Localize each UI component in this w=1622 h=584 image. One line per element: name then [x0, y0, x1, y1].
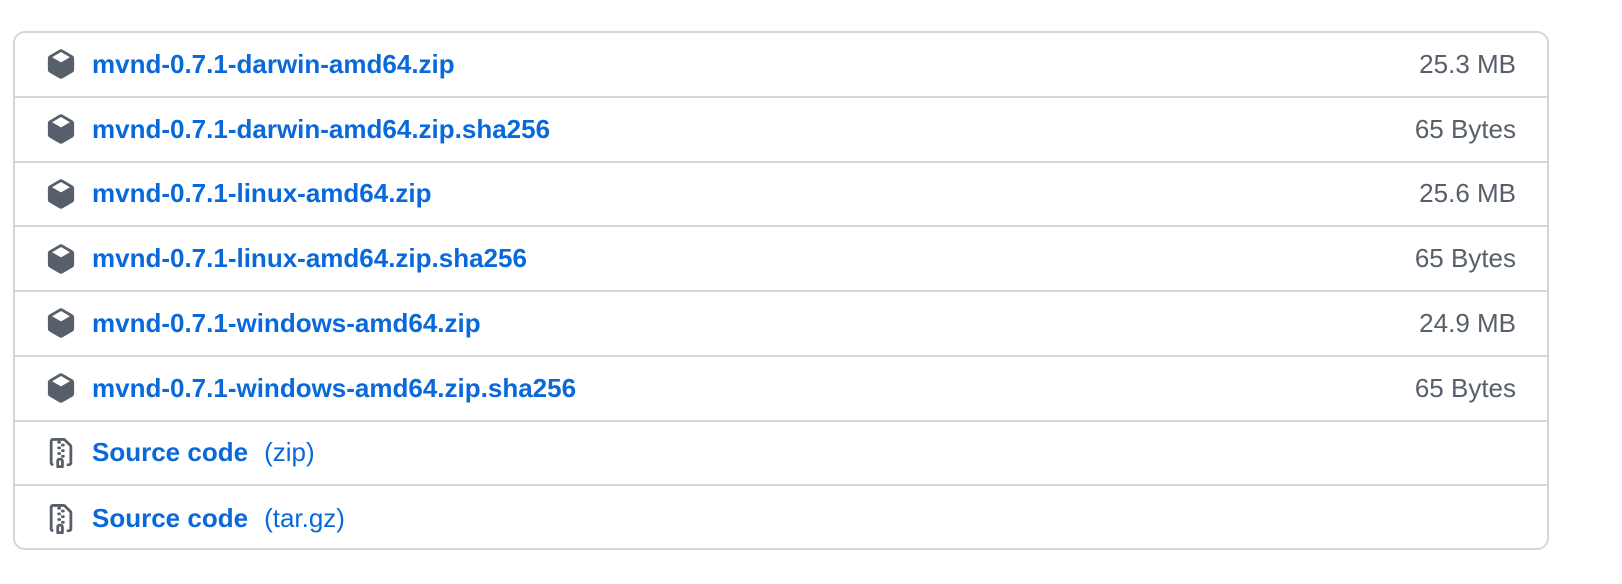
- asset-link[interactable]: mvnd-0.7.1-darwin-amd64.zip: [92, 49, 455, 80]
- source-code-row: Source code (tar.gz): [15, 486, 1547, 548]
- source-code-format: (tar.gz): [264, 503, 345, 534]
- file-zip-icon: [46, 437, 76, 469]
- asset-link[interactable]: mvnd-0.7.1-linux-amd64.zip.sha256: [92, 243, 527, 274]
- asset-row: mvnd-0.7.1-linux-amd64.zip 25.6 MB: [15, 163, 1547, 228]
- source-code-row: Source code (zip): [15, 422, 1547, 487]
- release-assets-list: mvnd-0.7.1-darwin-amd64.zip 25.3 MB mvnd…: [13, 31, 1549, 550]
- package-icon: [46, 48, 76, 80]
- asset-row: mvnd-0.7.1-darwin-amd64.zip 25.3 MB: [15, 33, 1547, 98]
- package-icon: [46, 178, 76, 210]
- asset-row: mvnd-0.7.1-linux-amd64.zip.sha256 65 Byt…: [15, 227, 1547, 292]
- asset-row: mvnd-0.7.1-windows-amd64.zip.sha256 65 B…: [15, 357, 1547, 422]
- asset-size: 65 Bytes: [1414, 372, 1516, 403]
- asset-link[interactable]: mvnd-0.7.1-windows-amd64.zip.sha256: [92, 373, 576, 404]
- asset-size: 25.3 MB: [1419, 48, 1516, 79]
- source-code-link[interactable]: Source code: [92, 503, 248, 534]
- asset-link[interactable]: mvnd-0.7.1-linux-amd64.zip: [92, 178, 432, 209]
- asset-size: 25.6 MB: [1419, 178, 1516, 209]
- asset-size: 65 Bytes: [1414, 243, 1516, 274]
- package-icon: [46, 307, 76, 339]
- asset-size: 65 Bytes: [1414, 113, 1516, 144]
- source-code-format: (zip): [264, 437, 315, 468]
- asset-link[interactable]: mvnd-0.7.1-windows-amd64.zip: [92, 308, 481, 339]
- source-code-link[interactable]: Source code: [92, 437, 248, 468]
- package-icon: [46, 113, 76, 145]
- package-icon: [46, 372, 76, 404]
- asset-link[interactable]: mvnd-0.7.1-darwin-amd64.zip.sha256: [92, 114, 550, 145]
- file-zip-icon: [46, 503, 76, 535]
- asset-size: 24.9 MB: [1419, 307, 1516, 338]
- package-icon: [46, 243, 76, 275]
- asset-row: mvnd-0.7.1-windows-amd64.zip 24.9 MB: [15, 292, 1547, 357]
- asset-row: mvnd-0.7.1-darwin-amd64.zip.sha256 65 By…: [15, 98, 1547, 163]
